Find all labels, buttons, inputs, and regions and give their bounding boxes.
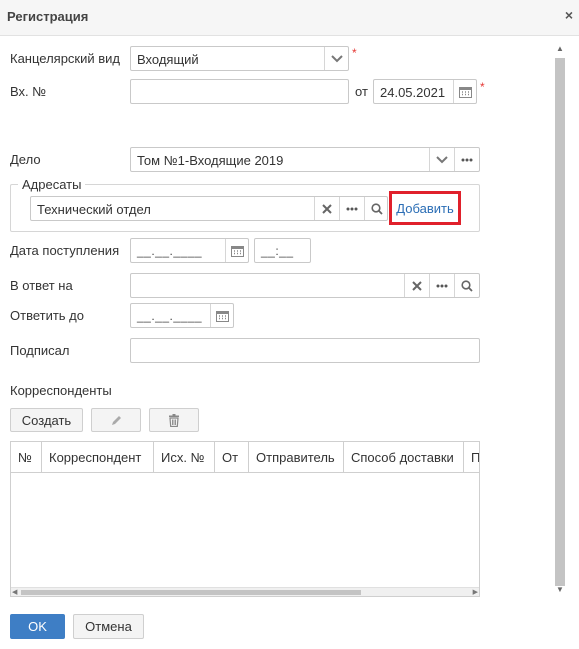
search-icon[interactable] bbox=[364, 197, 388, 220]
case-value: Том №1-Входящие 2019 bbox=[137, 153, 284, 168]
incoming-date-label: от bbox=[355, 84, 368, 99]
column-header[interactable]: Исх. № bbox=[154, 442, 215, 472]
signed-by-input[interactable] bbox=[130, 338, 480, 363]
receipt-date-placeholder: __.__.____ bbox=[137, 244, 203, 258]
add-addressee-button[interactable]: Добавить bbox=[389, 191, 461, 225]
reply-by-date-input[interactable]: __.__.____ bbox=[130, 303, 234, 328]
incoming-no-label: Вх. № bbox=[10, 84, 47, 99]
case-select[interactable]: Том №1-Входящие 2019 bbox=[130, 147, 480, 172]
create-button[interactable]: Создать bbox=[10, 408, 83, 432]
office-type-value: Входящий bbox=[137, 52, 199, 67]
scroll-thumb[interactable] bbox=[555, 58, 565, 586]
clear-icon[interactable] bbox=[314, 197, 339, 220]
dialog-title: Регистрация bbox=[7, 9, 89, 24]
close-icon[interactable]: × bbox=[565, 7, 573, 23]
column-header[interactable]: Корреспондент bbox=[42, 442, 154, 472]
ellipsis-icon[interactable] bbox=[454, 148, 479, 171]
calendar-icon[interactable] bbox=[210, 304, 234, 327]
incoming-no-input[interactable] bbox=[130, 79, 349, 104]
incoming-date-value: 24.05.2021 bbox=[380, 85, 446, 100]
search-icon[interactable] bbox=[454, 274, 479, 297]
column-header[interactable]: № bbox=[11, 442, 42, 472]
vertical-scrollbar[interactable]: ▲ ▼ bbox=[553, 44, 567, 594]
ellipsis-icon[interactable] bbox=[339, 197, 364, 220]
horizontal-scrollbar[interactable]: ◀ ▶ bbox=[11, 587, 479, 596]
correspondents-grid[interactable]: № Корреспондент Исх. № От Отправитель Сп… bbox=[10, 441, 480, 597]
required-mark: * bbox=[480, 80, 485, 94]
addressees-legend: Адресаты bbox=[18, 177, 86, 192]
receipt-time-input[interactable]: __:__ bbox=[254, 238, 311, 263]
correspondents-title: Корреспонденты bbox=[10, 383, 112, 398]
chevron-down-icon[interactable] bbox=[324, 47, 349, 70]
receipt-time-placeholder: __:__ bbox=[261, 244, 294, 258]
scroll-up-icon[interactable]: ▲ bbox=[556, 44, 564, 53]
chevron-down-icon[interactable] bbox=[429, 148, 454, 171]
addressees-value: Технический отдел bbox=[37, 202, 151, 217]
ok-button[interactable]: OK bbox=[10, 614, 65, 639]
reply-to-label: В ответ на bbox=[10, 278, 73, 293]
incoming-date-input[interactable]: 24.05.2021 bbox=[373, 79, 477, 104]
signed-by-label: Подписал bbox=[10, 343, 70, 358]
office-type-select[interactable]: Входящий bbox=[130, 46, 349, 71]
delete-button[interactable] bbox=[149, 408, 199, 432]
edit-button[interactable] bbox=[91, 408, 141, 432]
required-mark: * bbox=[352, 46, 357, 60]
clear-icon[interactable] bbox=[404, 274, 429, 297]
column-header[interactable]: От bbox=[215, 442, 249, 472]
cancel-button[interactable]: Отмена bbox=[73, 614, 144, 639]
pencil-icon bbox=[110, 414, 123, 427]
addressees-input[interactable]: Технический отдел bbox=[30, 196, 388, 221]
calendar-icon[interactable] bbox=[225, 239, 249, 262]
reply-to-input[interactable] bbox=[130, 273, 480, 298]
case-label: Дело bbox=[10, 152, 41, 167]
scroll-thumb[interactable] bbox=[21, 590, 361, 595]
scroll-right-icon[interactable]: ▶ bbox=[473, 588, 478, 596]
scroll-left-icon[interactable]: ◀ bbox=[12, 588, 17, 596]
dialog-titlebar: Регистрация × bbox=[0, 0, 579, 36]
column-header[interactable]: Отправитель bbox=[249, 442, 344, 472]
reply-by-date-placeholder: __.__.____ bbox=[137, 309, 203, 323]
reply-by-label: Ответить до bbox=[10, 308, 84, 323]
trash-icon bbox=[168, 413, 180, 427]
column-header[interactable]: П bbox=[464, 442, 479, 472]
receipt-date-input[interactable]: __.__.____ bbox=[130, 238, 249, 263]
calendar-icon[interactable] bbox=[453, 80, 477, 103]
ellipsis-icon[interactable] bbox=[429, 274, 454, 297]
scroll-down-icon[interactable]: ▼ bbox=[556, 585, 564, 594]
office-type-label: Канцелярский вид bbox=[10, 51, 121, 66]
column-header[interactable]: Способ доставки bbox=[344, 442, 464, 472]
grid-header: № Корреспондент Исх. № От Отправитель Сп… bbox=[11, 442, 479, 473]
receipt-date-label: Дата поступления bbox=[10, 243, 120, 258]
